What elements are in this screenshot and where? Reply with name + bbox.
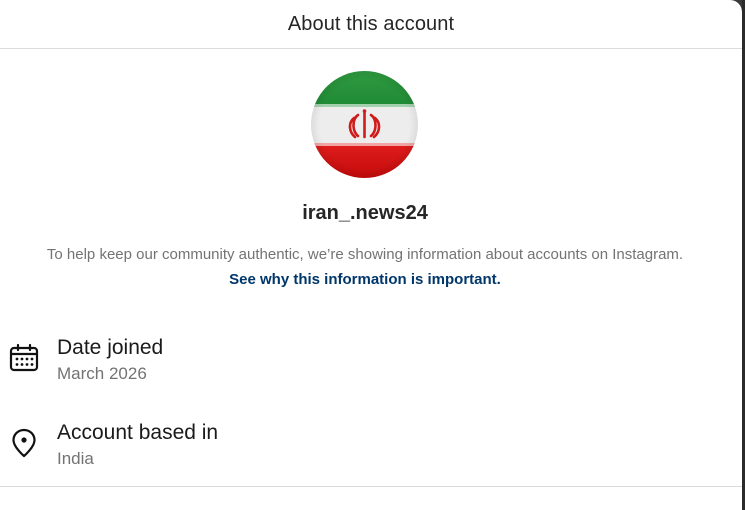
- date-joined-value: March 2026: [57, 364, 147, 383]
- date-joined-title: Date joined: [57, 336, 164, 359]
- iran-flag-avatar: [311, 71, 418, 178]
- account-based-in-row: Account based in India: [0, 421, 730, 477]
- info-text: To help keep our community authentic, we…: [46, 246, 684, 263]
- account-based-in-title: Account based in: [57, 421, 219, 444]
- date-joined-row: Date joined March 2026: [0, 336, 730, 392]
- account-based-in-value: India: [57, 449, 94, 468]
- profile-avatar: [311, 71, 418, 178]
- info-importance-link[interactable]: See why this information is important.: [229, 271, 501, 288]
- location-pin-icon: [8, 427, 40, 459]
- bottom-divider: [0, 486, 742, 487]
- dialog-header: About this account: [0, 0, 742, 49]
- dialog-title: About this account: [287, 12, 455, 35]
- account-username: iran_.news24: [302, 202, 428, 224]
- info-description: To help keep our community authentic, we…: [40, 242, 690, 292]
- about-account-dialog: About this account iran_.news24 To help …: [0, 0, 742, 510]
- calendar-icon: [8, 342, 40, 374]
